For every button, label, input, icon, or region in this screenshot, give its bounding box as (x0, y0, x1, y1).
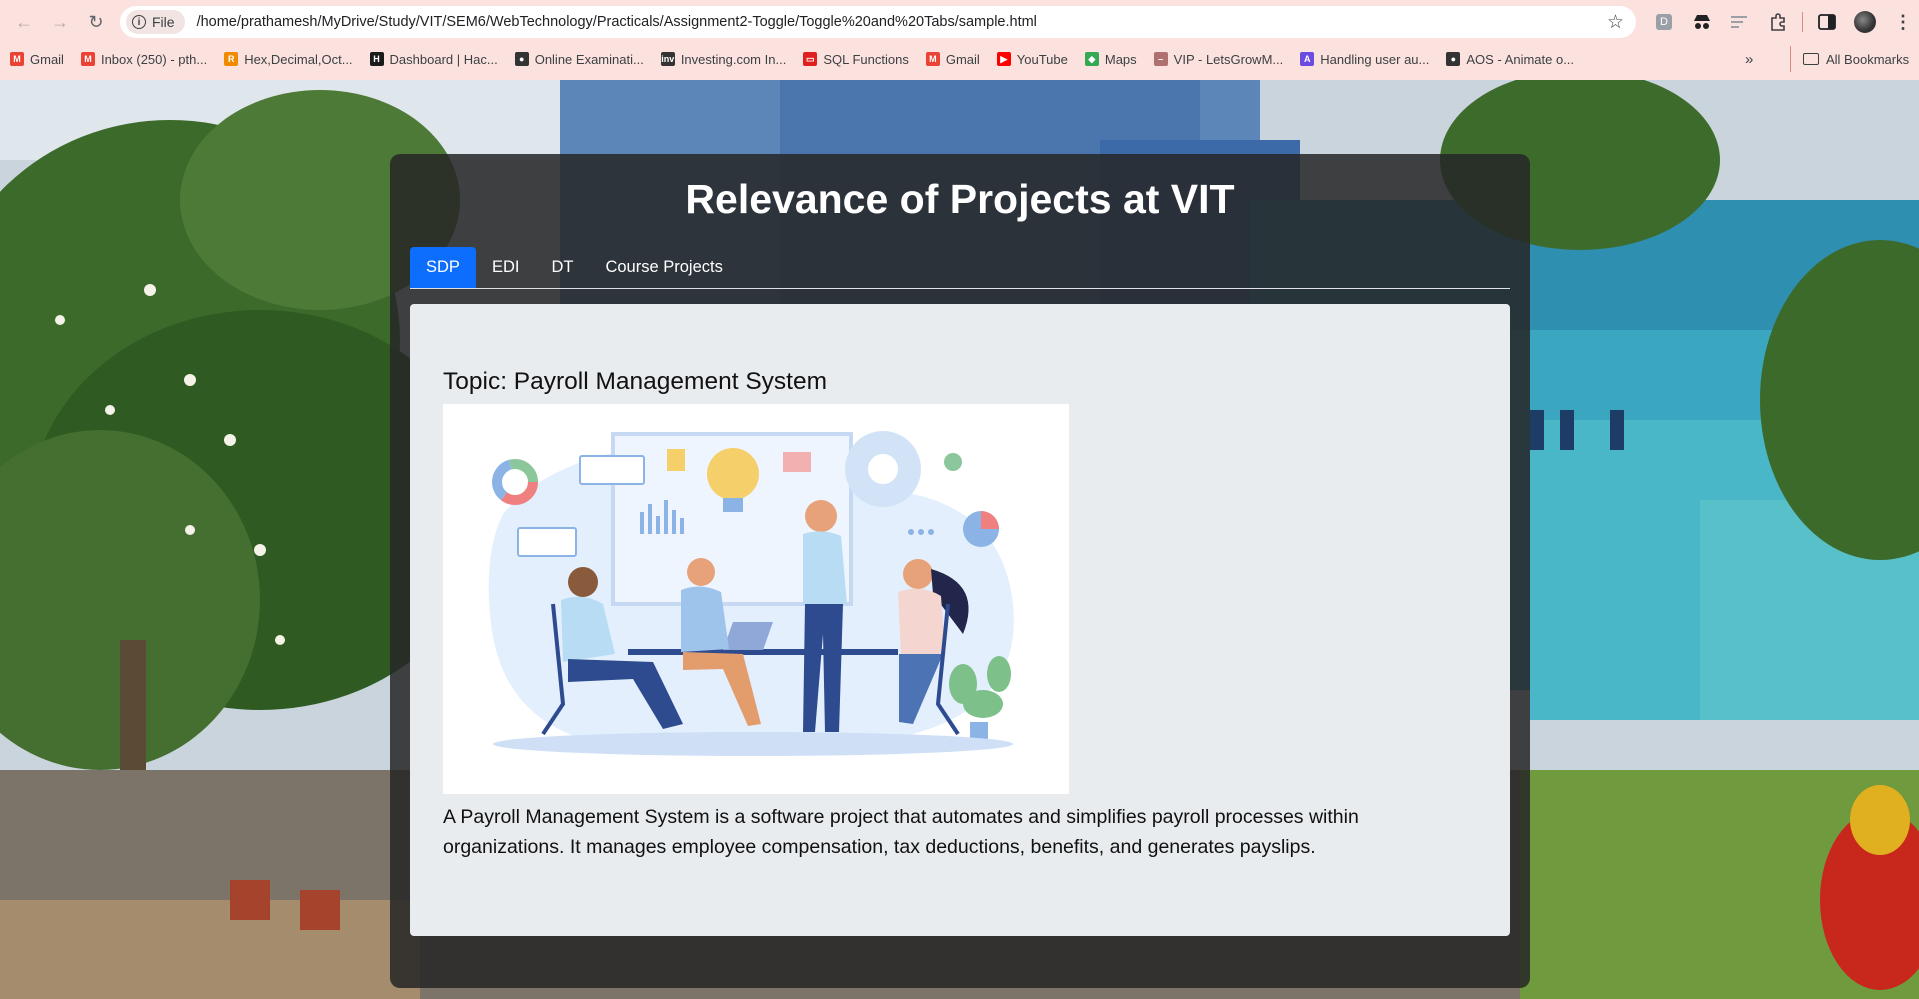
bookmark-label: Gmail (945, 51, 980, 67)
r-logo-icon: R (224, 52, 239, 66)
bookmark-label: SQL Functions (823, 51, 909, 67)
bookmark-label: YouTube (1016, 51, 1068, 67)
bookmark-item[interactable]: – VIP - LetsGrowM... (1144, 46, 1291, 72)
site-info-label: File (152, 14, 175, 30)
bookmark-label: Maps (1104, 51, 1137, 67)
tab-sdp[interactable]: SDP (410, 247, 476, 288)
bookmark-label: Hex,Decimal,Oct... (244, 51, 353, 67)
bookmark-star-icon[interactable]: ☆ (1607, 11, 1624, 34)
project-tabs: SDP EDI DT Course Projects (410, 247, 1510, 289)
bookmark-item[interactable]: M Inbox (250) - pth... (71, 46, 214, 72)
all-bookmarks-button[interactable]: All Bookmarks (1790, 46, 1909, 72)
tab-course-projects[interactable]: Course Projects (589, 247, 738, 288)
gmail-icon: M (10, 52, 24, 66)
illustration-svg (488, 431, 1014, 756)
bookmark-item[interactable]: ● AOS - Animate o... (1436, 46, 1581, 72)
forward-button[interactable]: → (42, 4, 78, 40)
extension-d-icon[interactable]: D (1650, 8, 1678, 36)
bookmark-item[interactable]: ▶ YouTube (987, 46, 1075, 72)
tab-dt[interactable]: DT (535, 247, 589, 288)
page-viewport: Relevance of Projects at VIT SDP EDI DT Cou… (0, 80, 1919, 999)
back-button[interactable]: ← (6, 4, 42, 40)
project-description: A Payroll Management System is a softwar… (443, 806, 1359, 858)
extensions-puzzle-icon[interactable] (1764, 8, 1792, 36)
folder-icon (1803, 53, 1819, 65)
bookmark-item[interactable]: ● Online Examinati... (505, 46, 651, 72)
toolbar-actions: D ⋮ (1650, 8, 1917, 36)
info-icon: i (132, 15, 146, 29)
topic-heading: Topic: Payroll Management System (443, 368, 827, 395)
page-title: Relevance of Projects at VIT (685, 176, 1235, 222)
bookmark-item[interactable]: R Hex,Decimal,Oct... (214, 46, 359, 72)
bookmark-item[interactable]: A Handling user au... (1290, 46, 1436, 72)
bookmark-label: Dashboard | Hac... (389, 51, 498, 67)
hackerrank-icon: H (369, 52, 384, 66)
bookmark-item[interactable]: ▭ SQL Functions (793, 46, 916, 72)
chrome-menu-icon[interactable]: ⋮ (1889, 8, 1917, 36)
bookmark-label: AOS - Animate o... (1466, 51, 1575, 67)
side-panel-icon[interactable] (1813, 8, 1841, 36)
reading-list-icon[interactable] (1726, 8, 1754, 36)
gmail-icon: M (925, 52, 940, 66)
incognito-extension-icon[interactable] (1688, 8, 1716, 36)
bookmarks-bar: M Gmail M Inbox (250) - pth... R Hex,Decimal,… (0, 46, 1919, 72)
browser-toolbar: ← → ↻ i File /home/prathamesh/MyDrive/St… (0, 0, 1919, 44)
maps-pin-icon: ◆ (1084, 52, 1099, 66)
bookmark-item[interactable]: inv Investing.com In... (651, 46, 794, 72)
dash-icon: – (1153, 52, 1168, 66)
bookmark-item[interactable]: H Dashboard | Hac... (360, 46, 505, 72)
bookmark-item[interactable]: M Gmail (916, 46, 987, 72)
bookmark-label: Online Examinati... (534, 51, 644, 67)
browser-chrome: ← → ↻ i File /home/prathamesh/MyDrive/St… (0, 0, 1919, 80)
bookmark-label: VIP - LetsGrowM... (1173, 51, 1284, 67)
bookmark-item[interactable]: M Gmail (0, 46, 71, 72)
site-info-chip[interactable]: i File (126, 10, 185, 34)
profile-avatar[interactable] (1851, 8, 1879, 36)
toolbar-divider (1802, 12, 1803, 32)
bookmark-label: Investing.com In... (680, 51, 787, 67)
bookmark-label: Inbox (250) - pth... (100, 51, 208, 67)
projects-card: Relevance of Projects at VIT SDP EDI DT Cou… (390, 154, 1530, 988)
auth-icon: A (1300, 52, 1315, 66)
team-meeting-illustration (443, 404, 1069, 794)
investing-icon: inv (660, 52, 675, 66)
globe-icon: ● (1446, 52, 1461, 66)
bookmark-label: Gmail (30, 51, 64, 67)
bookmark-label: Handling user au... (1320, 51, 1430, 67)
address-bar[interactable]: i File /home/prathamesh/MyDrive/Study/VI… (120, 6, 1636, 38)
bookmark-item[interactable]: ◆ Maps (1075, 46, 1144, 72)
avatar-icon (1854, 11, 1876, 33)
reload-button[interactable]: ↻ (78, 4, 114, 40)
tab-edi[interactable]: EDI (476, 247, 536, 288)
more-bookmarks-button[interactable]: » (1745, 46, 1753, 72)
all-bookmarks-label: All Bookmarks (1826, 51, 1910, 67)
tab-panel-sdp: Topic: Payroll Management System A Payro… (410, 304, 1510, 936)
url-text[interactable]: /home/prathamesh/MyDrive/Study/VIT/SEM6/… (197, 14, 1037, 30)
sql-icon: ▭ (803, 52, 818, 66)
globe-icon: ● (514, 52, 529, 66)
gmail-icon: M (80, 52, 95, 66)
youtube-icon: ▶ (996, 52, 1011, 66)
